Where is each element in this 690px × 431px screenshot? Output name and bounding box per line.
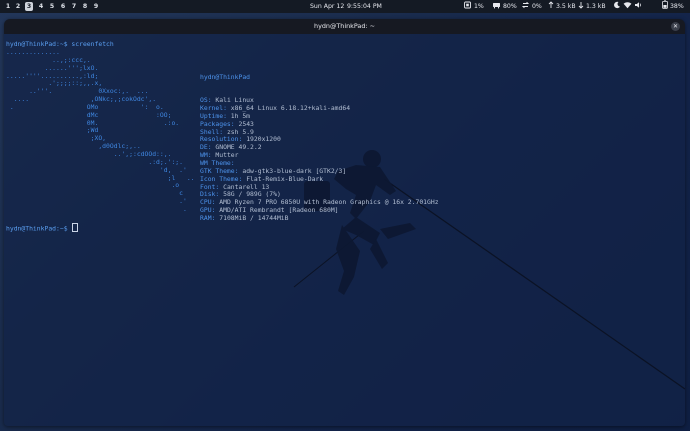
info-value: Flat-Remix-Blue-Dark [246,174,324,183]
swap-value: 0% [531,3,542,10]
info-key: WM Theme: [200,158,235,167]
info-key: CPU: [200,198,216,207]
info-key: DE: [200,143,212,152]
shell-prompt: hydn@ThinkPad:~$ [6,40,68,48]
info-key: GPU: [200,206,216,215]
info-row: RAM: 7108MiB / 14744MiB [200,213,439,223]
window-title: hydn@ThinkPad: ~ [314,22,375,30]
active-prompt-line[interactable]: hydn@ThinkPad:~$ [6,223,79,233]
info-value: AMD Ryzen 7 PRO 6850U with Radeon Graphi… [219,198,439,207]
info-key: Uptime: [200,111,227,120]
battery-icon [662,0,668,9]
info-user-host: hydn@ThinkPad [200,72,251,81]
swap-icon [521,1,530,9]
info-key: OS: [200,96,212,105]
info-value: Kali Linux [215,96,254,105]
info-value: 7108MiB / 14744MiB [219,213,289,222]
workspace-8[interactable]: 8 [81,2,89,11]
download-indicator[interactable]: 1.3 kB [578,0,606,13]
info-key: Resolution: [200,135,243,144]
info-value: 2543 [238,119,254,128]
status-icons[interactable] [613,0,643,13]
workspace-9[interactable]: 9 [92,2,100,11]
top-bar: 1 2 3 4 5 6 7 8 9 Sun Apr 12 9:55:04 PM … [0,0,690,13]
download-value: 1.3 kB [585,3,606,10]
battery-indicator[interactable]: 38% [662,0,684,13]
info-key: WM: [200,151,212,160]
desktop: 1 2 3 4 5 6 7 8 9 Sun Apr 12 9:55:04 PM … [0,0,690,431]
info-value: adw-gtk3-blue-dark [GTK2/3] [242,166,347,175]
upload-indicator[interactable]: 3.5 kB [548,0,576,13]
info-value: AMD/ATI Rembrandt [Radeon 680M] [219,206,339,215]
clock-date[interactable]: Sun Apr 12 [310,0,344,13]
info-key: Font: [200,182,220,191]
info-key: RAM: [200,213,216,222]
text-cursor [72,223,79,232]
info-value: 58G / 989G (7%) [223,190,281,199]
info-value: zsh 5.9 [226,127,254,136]
info-key: GTK Theme: [200,166,239,175]
workspace-1[interactable]: 1 [4,2,12,11]
info-value: 1h 5m [230,111,251,120]
workspace-5[interactable]: 5 [48,2,56,11]
workspace-6[interactable]: 6 [59,2,67,11]
upload-arrow-icon [548,1,554,8]
info-key: Packages: [200,119,235,128]
info-key: Shell: [200,127,224,136]
cpu-icon [464,1,471,9]
cpu-indicator[interactable]: 1% [463,0,484,13]
info-key: Disk: [200,190,220,199]
info-key: Icon Theme: [200,174,243,183]
kali-ascii-logo: .............. ..,;:ccc,. ......''';lxO.… [6,48,195,214]
close-icon: ✕ [672,23,679,30]
cpu-value: 1% [473,3,484,10]
night-light-icon [614,1,620,9]
memory-indicator[interactable]: 80% [492,0,517,13]
info-value: GNOME 49.2.2 [215,143,262,152]
workspace-2[interactable]: 2 [14,2,22,11]
upload-value: 3.5 kB [555,3,576,10]
close-button[interactable]: ✕ [671,22,680,31]
download-arrow-icon [578,2,584,9]
info-value: Mutter [215,151,239,160]
info-value: Cantarell 13 [223,182,270,191]
system-info-list: hydn@ThinkPad OS: Kali Linux Kernel: x86_… [200,58,439,223]
swap-indicator[interactable]: 0% [521,0,542,13]
info-value: 1920x1200 [246,135,281,144]
workspace-7[interactable]: 7 [70,2,78,11]
volume-icon [634,2,641,8]
memory-value: 80% [502,3,517,10]
shell-prompt: hydn@ThinkPad:~$ [6,224,68,233]
info-key: Kernel: [200,104,227,113]
info-value: x86_64 Linux 6.18.12+kali-amd64 [230,104,351,113]
workspace-4[interactable]: 4 [37,2,45,11]
battery-value: 38% [669,3,684,10]
clock-time[interactable]: 9:55:04 PM [347,0,382,13]
terminal-window[interactable]: hydn@ThinkPad: ~ ✕ hydn@ThinkPad:~$ scre… [4,19,685,426]
workspace-3-active[interactable]: 3 [25,2,33,11]
memory-icon [493,3,500,9]
wifi-icon [623,2,632,9]
logo-line: . [6,204,187,213]
window-titlebar[interactable]: hydn@ThinkPad: ~ ✕ [4,19,685,34]
command-text: screenfetch [71,40,114,48]
